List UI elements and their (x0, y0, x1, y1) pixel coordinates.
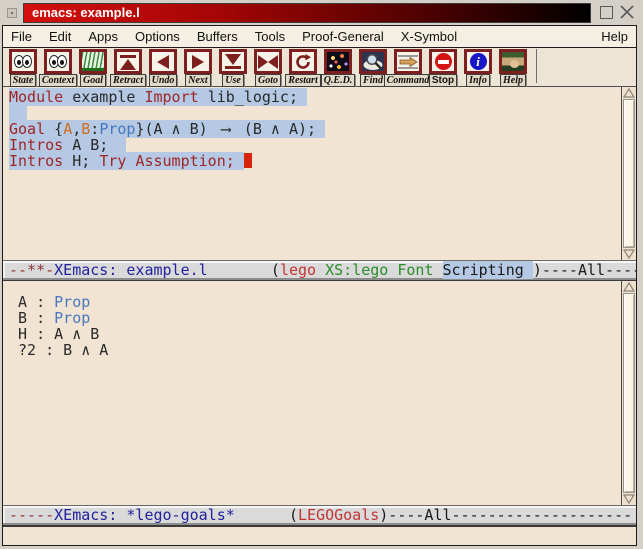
menu-file[interactable]: File (11, 29, 32, 44)
goals-buffer[interactable]: A : Prop B : Prop H : A ∧ B ?2 : B ∧ A (3, 281, 636, 505)
toolbar-button-command[interactable]: Command (391, 49, 425, 87)
window-menu-button[interactable] (7, 8, 17, 18)
eyes-icon (9, 49, 37, 74)
toolbar-button-undo[interactable]: Undo (146, 49, 180, 87)
menu-x-symbol[interactable]: X-Symbol (401, 29, 457, 44)
menu-proof-general[interactable]: Proof-General (302, 29, 384, 44)
goals-line-2: B : Prop (9, 310, 636, 326)
menu-apps[interactable]: Apps (88, 29, 118, 44)
goals-line-1: A : Prop (9, 294, 636, 310)
toolbar-button-goal[interactable]: Goal (76, 49, 110, 87)
goals-line-4: ?2 : B ∧ A (9, 342, 636, 358)
scrollbar-down-arrow-icon[interactable] (622, 493, 636, 505)
script-line-1: Module example Import lib_logic; (9, 89, 636, 105)
info-glyph: i (470, 53, 487, 70)
scrollbar-up-arrow-icon[interactable] (622, 87, 636, 99)
scrollbar-down-arrow-icon[interactable] (622, 248, 636, 260)
menu-edit[interactable]: Edit (49, 29, 71, 44)
toolbar-button-stop[interactable]: Stop (426, 49, 460, 87)
toolbar-label-use: Use (222, 74, 244, 87)
toolbar-label-find: Find (360, 74, 386, 87)
script-buffer-scrollbar[interactable] (621, 87, 636, 260)
script-line-2 (9, 105, 636, 121)
menu-help[interactable]: Help (601, 29, 628, 44)
goto-bowtie-icon (254, 49, 282, 74)
text-cursor (244, 153, 252, 168)
toolbar-button-info[interactable]: i Info (461, 49, 495, 87)
window-title: emacs: example.l (23, 3, 591, 23)
retract-to-top-icon (114, 49, 142, 74)
buffer-name: XEmacs: *lego-goals* (54, 506, 235, 524)
restart-circular-arrow-icon (289, 49, 317, 74)
officer-photo-icon (499, 49, 527, 74)
scrollbar-thumb[interactable] (623, 99, 635, 248)
toolbar-label-context: Context (39, 74, 77, 87)
toolbar-button-context[interactable]: Context (41, 49, 75, 87)
menu-tools[interactable]: Tools (255, 29, 285, 44)
major-mode: LEGOGoals (298, 506, 379, 524)
no-entry-icon (429, 49, 457, 74)
toolbar-label-undo: Undo (149, 74, 178, 87)
undo-left-triangle-icon (149, 49, 177, 74)
toolbar-button-restart[interactable]: Restart (286, 49, 320, 87)
fireworks-icon (324, 49, 352, 74)
pointing-hand-icon (394, 49, 422, 74)
minibuffer-echo-area[interactable] (3, 526, 636, 545)
major-mode: lego (280, 261, 316, 279)
goal-picture-icon (79, 49, 107, 74)
toolbar-label-qed-restart: Restart (285, 74, 320, 87)
script-line-5: Intros H; Try Assumption; (9, 153, 636, 169)
toolbar-separator (536, 49, 537, 83)
script-buffer[interactable]: Module example Import lib_logic; Goal {A… (3, 87, 636, 260)
scrollbar-up-arrow-icon[interactable] (622, 281, 636, 293)
toolbar-button-retract[interactable]: Retract (111, 49, 145, 87)
buffer-name: XEmacs: example.l (54, 261, 208, 279)
script-line-4: Intros A B; (9, 137, 636, 153)
menubar: File Edit Apps Options Buffers Tools Pro… (3, 26, 636, 48)
script-line-3: Goal {A,B:Prop}(A ∧ B) ⟶ (B ∧ A); (9, 121, 636, 137)
xemacs-window: emacs: example.l File Edit Apps Options … (0, 0, 643, 549)
toolbar-label-stop: Stop (429, 74, 457, 87)
toolbar-label-state: State (10, 74, 37, 87)
magnifier-cloud-icon (359, 49, 387, 74)
goals-modeline[interactable]: -----XEmacs: *lego-goals* (LEGOGoals)---… (3, 505, 636, 526)
menu-buffers[interactable]: Buffers (197, 29, 238, 44)
toolbar-button-state[interactable]: State (6, 49, 40, 87)
use-to-bottom-icon (219, 49, 247, 74)
toolbar-label-next: Next (185, 74, 210, 87)
menu-options[interactable]: Options (135, 29, 180, 44)
toolbar-button-help[interactable]: Help (496, 49, 530, 87)
scripting-minor-mode: Scripting (443, 261, 533, 279)
toolbar-label-goal: Goal (80, 74, 106, 87)
scrollbar-thumb[interactable] (623, 293, 635, 493)
maximize-button[interactable] (600, 6, 613, 19)
toolbar-label-goto: Goto (255, 74, 281, 87)
toolbar-label-info: Info (466, 74, 490, 87)
goals-buffer-scrollbar[interactable] (621, 281, 636, 505)
close-button[interactable] (619, 4, 635, 20)
goals-line-3: H : A ∧ B (9, 326, 636, 342)
titlebar[interactable]: emacs: example.l (0, 0, 643, 25)
toolbar-button-qed[interactable]: Q.E.D. (321, 49, 355, 87)
toolbar-button-goto[interactable]: Goto (251, 49, 285, 87)
toolbar-button-next[interactable]: Next (181, 49, 215, 87)
toolbar-button-use[interactable]: Use (216, 49, 250, 87)
script-modeline[interactable]: --**-XEmacs: example.l (lego XS:lego Fon… (3, 260, 636, 281)
proof-general-toolbar: State Context Goal Retract Undo Next (3, 48, 636, 87)
toolbar-label-qed: Q.E.D. (321, 74, 356, 87)
long-arrow-glyph: ⟶ (217, 121, 235, 137)
close-icon (619, 4, 635, 20)
toolbar-label-help: Help (500, 74, 526, 87)
eyes-icon (44, 49, 72, 74)
frame-client-area: File Edit Apps Options Buffers Tools Pro… (2, 25, 637, 546)
next-right-triangle-icon (184, 49, 212, 74)
info-circle-icon: i (464, 49, 492, 74)
toolbar-label-retract: Retract (110, 74, 146, 87)
